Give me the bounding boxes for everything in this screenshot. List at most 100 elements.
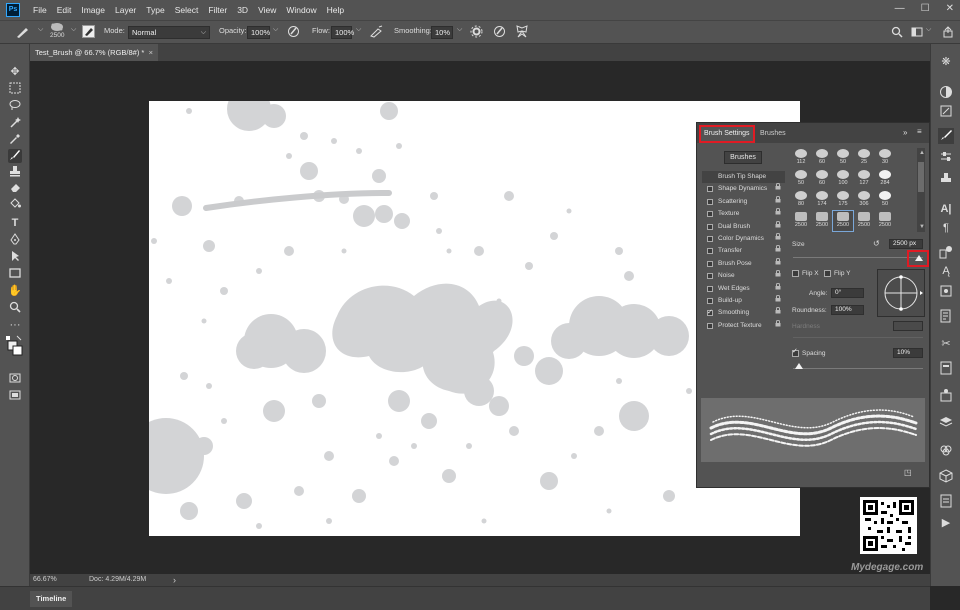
angle-input[interactable]: 0° — [831, 288, 864, 298]
character-icon[interactable]: A| — [938, 201, 954, 217]
color-icon[interactable] — [938, 85, 954, 101]
menu-window[interactable]: Window — [281, 5, 321, 15]
brush-option-item[interactable]: Protect Texture — [702, 319, 785, 332]
size-input[interactable]: 2500 px — [889, 239, 923, 249]
brush-tip-swatch[interactable]: 127 — [854, 169, 874, 189]
brush-option-item[interactable]: Noise — [702, 269, 785, 282]
flip-x-checkbox[interactable] — [792, 270, 799, 277]
brush-option-checkbox[interactable] — [707, 273, 713, 280]
tip-grid-scrollbar[interactable] — [917, 148, 925, 232]
brush-tip-swatch[interactable]: 50 — [791, 169, 811, 189]
brushes-button[interactable]: Brushes — [724, 151, 762, 164]
close-window-button[interactable]: ✕ — [946, 3, 954, 14]
quick-mask-icon[interactable] — [8, 372, 22, 386]
brush-option-item[interactable]: Brush Pose — [702, 257, 785, 270]
menu-select[interactable]: Select — [170, 5, 204, 15]
lock-icon[interactable] — [775, 319, 781, 332]
minimize-button[interactable]: — — [895, 3, 905, 14]
scroll-down-icon[interactable]: ▼ — [919, 224, 925, 230]
brush-tip-swatch[interactable]: 100 — [833, 169, 853, 189]
brush-option-item[interactable]: Transfer — [702, 245, 785, 257]
smoothing-caret-icon[interactable]: ⌵ — [455, 26, 462, 34]
brush-tip-swatch[interactable]: 25 — [854, 148, 874, 168]
channels-icon[interactable] — [938, 443, 954, 459]
spacing-checkbox[interactable] — [792, 347, 799, 357]
layers-icon[interactable] — [938, 415, 954, 431]
brush-option-checkbox[interactable] — [707, 198, 713, 205]
lock-icon[interactable] — [775, 195, 781, 208]
brush-tip-swatch[interactable]: 174 — [812, 190, 832, 210]
brush-tool-preset-icon[interactable] — [14, 25, 34, 39]
brush-tip-swatch[interactable]: 306 — [854, 190, 874, 210]
zoom-tool-icon[interactable] — [8, 301, 22, 315]
status-menu-arrow-icon[interactable]: › — [173, 575, 176, 585]
menu-3d[interactable]: 3D — [232, 5, 253, 15]
flow-caret-icon[interactable]: ⌵ — [354, 26, 361, 34]
brush-option-item[interactable]: Build-up — [702, 294, 785, 307]
brush-option-checkbox[interactable] — [707, 322, 713, 329]
symmetry-butterfly-icon[interactable] — [515, 25, 529, 38]
brush-tip-swatch[interactable]: 30 — [875, 148, 895, 168]
type-tool-icon[interactable]: T — [8, 216, 22, 230]
pressure-size-icon[interactable] — [493, 25, 506, 38]
brush-tip-swatch[interactable]: 2500 — [791, 211, 811, 231]
flow-input[interactable]: 100% — [331, 26, 354, 39]
magic-wand-tool-icon[interactable] — [8, 116, 22, 130]
character-styles-icon[interactable]: Ą — [938, 263, 954, 279]
lock-icon[interactable] — [775, 257, 781, 270]
lasso-tool-icon[interactable] — [8, 99, 22, 113]
lock-icon[interactable] — [775, 294, 781, 307]
spacing-input[interactable]: 10% — [893, 348, 923, 358]
preset-picker-caret-icon[interactable]: ⌵ — [69, 26, 76, 34]
eraser-tool-icon[interactable] — [8, 181, 22, 195]
brush-option-checkbox[interactable] — [707, 235, 713, 242]
brush-option-checkbox[interactable] — [707, 307, 713, 320]
preset-caret-icon[interactable]: ⌵ — [36, 26, 43, 34]
brush-tip-swatch[interactable]: 2500 — [812, 211, 832, 231]
brush-tip-swatch[interactable]: 2500 — [854, 211, 874, 231]
brush-tool-icon[interactable] — [8, 149, 22, 163]
brush-option-checkbox[interactable] — [707, 297, 713, 304]
brush-option-item[interactable]: Smoothing — [702, 307, 785, 320]
lock-icon[interactable] — [775, 282, 781, 295]
airbrush-icon[interactable] — [369, 25, 383, 38]
workspace-caret-icon[interactable]: ⌵ — [924, 26, 931, 34]
brush-option-item[interactable]: Shape Dynamics — [702, 183, 785, 195]
tab-brushes[interactable]: Brushes — [755, 125, 791, 143]
flip-y-checkbox[interactable] — [824, 270, 831, 277]
tool-presets-icon[interactable]: ✂ — [938, 336, 954, 352]
lock-icon[interactable] — [775, 307, 781, 319]
paragraph-styles-icon[interactable] — [938, 284, 954, 300]
brush-settings-toggle-button[interactable] — [82, 25, 95, 38]
pressure-opacity-icon[interactable] — [287, 25, 300, 38]
reset-size-icon[interactable]: ↺ — [873, 239, 880, 248]
lock-icon[interactable] — [775, 232, 781, 245]
brush-option-item[interactable]: Scattering — [702, 195, 785, 208]
more-tools-icon[interactable]: ··· — [8, 318, 22, 332]
adjustments-icon[interactable]: ❋ — [938, 54, 954, 70]
move-tool-icon[interactable]: ✥ — [8, 65, 22, 79]
zoom-level[interactable]: 66.67% — [33, 576, 57, 583]
brush-tip-swatch[interactable]: 50 — [875, 190, 895, 210]
menu-type[interactable]: Type — [141, 5, 169, 15]
eyedropper-tool-icon[interactable] — [8, 133, 22, 147]
lock-icon[interactable] — [775, 220, 781, 233]
roundness-input[interactable]: 100% — [831, 305, 864, 315]
paint-bucket-tool-icon[interactable] — [8, 197, 22, 211]
3d-icon[interactable] — [938, 469, 954, 485]
scroll-up-icon[interactable]: ▲ — [919, 150, 925, 156]
angle-roundness-widget[interactable] — [877, 269, 925, 317]
actions-play-icon[interactable]: ▶ — [938, 515, 954, 531]
search-icon[interactable] — [891, 26, 903, 38]
clone-source-icon[interactable] — [938, 172, 954, 188]
opacity-input[interactable]: 100% — [247, 26, 270, 39]
menu-filter[interactable]: Filter — [203, 5, 232, 15]
brush-option-item[interactable]: Dual Brush — [702, 220, 785, 233]
document-tab[interactable]: Test_Brush @ 66.7% (RGB/8#) * × — [30, 44, 158, 61]
hand-tool-icon[interactable]: ✋ — [8, 284, 22, 298]
brush-option-item[interactable]: Texture — [702, 208, 785, 220]
spacing-slider-thumb[interactable] — [795, 363, 803, 369]
brush-option-checkbox[interactable] — [707, 260, 713, 267]
mode-select[interactable]: Normal ⌵ — [128, 26, 210, 39]
brush-tip-swatch[interactable]: 80 — [791, 190, 811, 210]
